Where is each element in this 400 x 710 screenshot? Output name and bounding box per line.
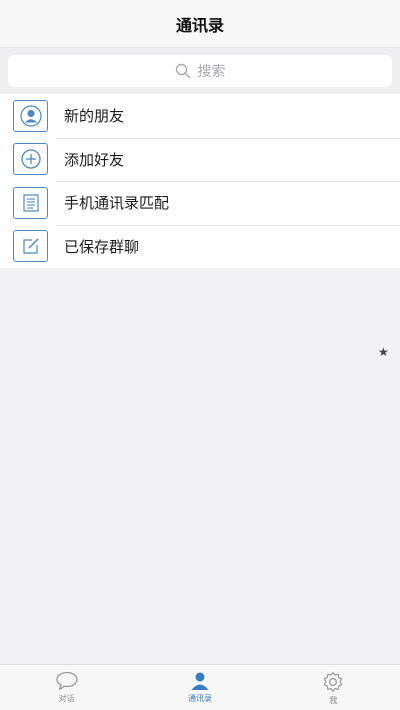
search-input[interactable]: 搜索 [8,55,392,87]
tab-label: 对话 [58,694,75,703]
tab-label: 我 [329,696,338,705]
tab-label: 通讯录 [187,694,212,703]
nav-bar: 通讯录 [0,0,400,48]
plus-circle-icon [13,143,48,176]
menu-item-new-friends[interactable]: 新的朋友 [0,94,400,138]
chat-bubble-icon [56,671,78,691]
contacts-menu: 新的朋友 添加好友 手机通讯录匹配 已保存群聊 [0,94,400,268]
search-icon [175,63,190,79]
menu-item-label: 手机通讯录匹配 [64,194,170,213]
menu-item-phone-contacts[interactable]: 手机通讯录匹配 [0,181,400,225]
person-icon [191,672,209,690]
page-title: 通讯录 [175,15,224,35]
star-icon[interactable]: ★ [378,345,389,359]
tab-chats[interactable]: 对话 [0,665,133,710]
address-book-icon [13,186,48,219]
menu-item-label: 新的朋友 [64,107,125,126]
menu-item-label: 添加好友 [64,150,125,169]
search-bar: 搜索 [0,48,400,94]
gear-icon [324,671,343,692]
menu-item-label: 已保存群聊 [64,237,140,256]
tab-me[interactable]: 我 [267,665,400,710]
edit-icon [13,230,48,263]
menu-item-add-friend[interactable]: 添加好友 [0,137,400,182]
tab-bar: 对话 通讯录 我 [0,664,400,710]
person-icon [13,99,48,132]
search-placeholder: 搜索 [197,64,226,80]
tab-contacts[interactable]: 通讯录 [133,665,266,710]
menu-item-saved-groups[interactable]: 已保存群聊 [0,224,400,269]
